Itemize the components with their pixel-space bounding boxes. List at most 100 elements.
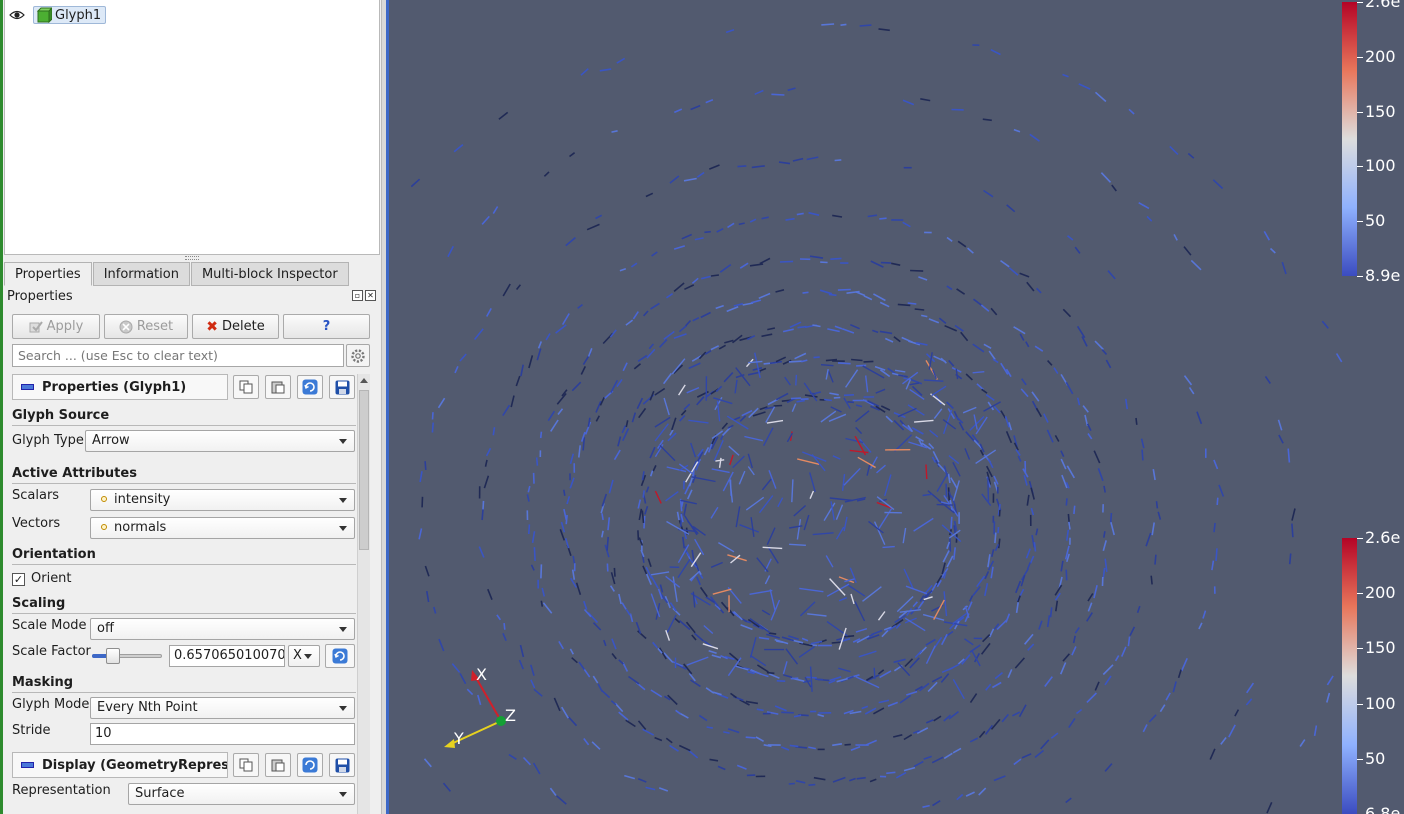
pipeline-item-glyph1[interactable]: Glyph1 [9, 4, 107, 26]
glyph-arrow [952, 747, 962, 754]
float-dock-icon[interactable]: ▫ [352, 290, 363, 301]
glyph-arrow [528, 355, 534, 369]
paste-params-button[interactable] [265, 375, 291, 399]
glyph-arrow [877, 508, 893, 531]
glyph-arrow [843, 516, 848, 532]
glyph-arrow [613, 449, 621, 461]
glyph-arrow [540, 600, 544, 607]
scale-mode-select[interactable]: off [90, 618, 355, 640]
pipeline-item-tag[interactable]: Glyph1 [33, 6, 107, 24]
glyph-arrow [837, 288, 851, 291]
scale-factor-field[interactable]: 0.6570650100708 [169, 645, 285, 667]
glyph-arrow [745, 700, 759, 705]
glyph-arrow [621, 425, 627, 434]
glyph-arrow [873, 667, 876, 680]
glyph-arrow [756, 557, 769, 573]
glyph-arrow [1071, 646, 1077, 656]
legend-bottom-tick [1357, 593, 1363, 595]
stride-field[interactable]: 10 [90, 723, 355, 745]
glyph-arrow [1062, 653, 1071, 662]
orient-checkbox[interactable]: ✓ [12, 573, 25, 586]
glyph-arrow [830, 257, 842, 260]
glyph-arrow [1027, 643, 1035, 651]
glyph-arrow [1120, 646, 1127, 657]
glyph-type-select[interactable]: Arrow [85, 430, 355, 452]
glyph-arrow [910, 269, 924, 272]
scroll-up-arrow[interactable] [360, 378, 368, 383]
glyph-arrow [675, 709, 682, 715]
scalars-select[interactable]: intensity [90, 489, 355, 511]
copy-params-button[interactable] [233, 375, 259, 399]
eye-visibility-icon[interactable] [9, 4, 27, 26]
glyph-arrow [690, 442, 697, 458]
reset-scale-factor-button[interactable] [325, 644, 355, 668]
glyph-mode-select[interactable]: Every Nth Point [90, 697, 355, 719]
scale-mode-label: Scale Mode [12, 618, 87, 633]
glyph-arrow [756, 708, 764, 712]
glyph-arrow [723, 731, 730, 734]
vectors-select[interactable]: normals [90, 517, 355, 539]
glyph-arrow [796, 399, 805, 403]
representation-select[interactable]: Surface [128, 783, 355, 805]
tab-information[interactable]: Information [92, 262, 190, 286]
scale-axis-select[interactable]: X [288, 645, 320, 667]
refresh-icon [302, 757, 318, 773]
properties-scrollbar[interactable] [357, 374, 370, 814]
advanced-settings-button[interactable] [346, 344, 370, 367]
paste-icon [271, 759, 285, 772]
glyph-arrow [1157, 511, 1162, 520]
glyph-arrow [1017, 455, 1022, 462]
paste-display-button[interactable] [265, 753, 291, 777]
help-button[interactable]: ? [283, 314, 370, 339]
scrollbar-thumb[interactable] [359, 390, 369, 550]
glyph-arrow [715, 459, 725, 462]
glyph-arrow [958, 421, 965, 431]
glyph-arrow [984, 571, 990, 580]
glyph-arrow [843, 397, 851, 409]
render-view[interactable]: X Y Z 2.6e 200 150 100 50 8.9e 2.6e 200 150 100 5… [389, 0, 1404, 814]
glyph-arrow [492, 206, 499, 215]
properties-section-header[interactable]: Properties (Glyph1) [12, 374, 228, 400]
glyph-arrow [1107, 270, 1116, 280]
color-legend-bottom[interactable] [1342, 538, 1357, 814]
scale-factor-slider[interactable] [90, 648, 164, 664]
pipeline-browser[interactable]: Glyph1 [4, 0, 380, 255]
restore-display-defaults-button[interactable] [297, 753, 323, 777]
glyph-arrow [739, 262, 749, 269]
glyph-arrow [1076, 708, 1083, 715]
glyph-arrow [847, 401, 855, 404]
glyph-arrow [669, 744, 679, 752]
glyph-arrow [882, 545, 895, 549]
glyph-arrow [539, 431, 543, 439]
glyph-arrow [1015, 602, 1019, 614]
tab-multiblock-inspector[interactable]: Multi-block Inspector [190, 262, 349, 286]
glyph-arrow [1017, 595, 1021, 603]
splitter-handle[interactable] [185, 256, 199, 260]
glyph-arrow [528, 524, 531, 535]
apply-button[interactable]: Apply [12, 314, 100, 339]
slider-handle[interactable] [106, 648, 120, 664]
search-input[interactable]: Search ... (use Esc to clear text) [12, 344, 344, 367]
glyph-arrow [828, 413, 847, 422]
close-dock-icon[interactable]: ✕ [365, 290, 376, 301]
delete-button[interactable]: ✖ Delete [192, 314, 279, 339]
display-section-header[interactable]: Display (GeometryRepresentation) [12, 752, 228, 778]
copy-display-button[interactable] [233, 753, 259, 777]
reset-button[interactable]: Reset [104, 314, 188, 339]
divider [12, 564, 356, 565]
glyph-arrow [931, 675, 943, 683]
glyph-arrow [789, 744, 799, 748]
save-display-defaults-button[interactable] [329, 753, 355, 777]
color-legend-top[interactable] [1342, 2, 1357, 276]
glyph-arrow [758, 292, 771, 300]
restore-defaults-button[interactable] [297, 375, 323, 399]
glyph-arrow [1299, 739, 1306, 747]
glyph-arrow [855, 628, 868, 633]
glyph-arrow [1213, 522, 1216, 533]
glyph-arrow [694, 237, 704, 241]
save-defaults-button[interactable] [329, 375, 355, 399]
glyph-arrow [688, 672, 696, 682]
glyph-arrow [1026, 281, 1035, 292]
scalars-value: intensity [114, 492, 171, 507]
tab-properties[interactable]: Properties [4, 262, 92, 286]
